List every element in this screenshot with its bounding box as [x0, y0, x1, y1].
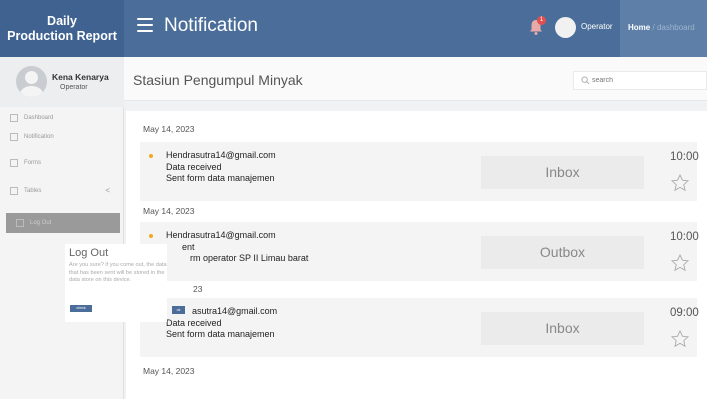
message-status: Data received	[166, 318, 222, 328]
message-sender: Hendrasutra14@gmail.com	[166, 150, 276, 160]
ok-button[interactable]: ok	[172, 306, 185, 314]
date-heading: May 14, 2023	[143, 206, 195, 216]
profile-name: Kena Kenarya	[52, 72, 109, 82]
star-icon[interactable]	[670, 173, 690, 193]
list-item[interactable]: Hendrasutra14@gmail.com ent rm operator …	[140, 222, 699, 281]
date-heading: May 14, 2023	[143, 124, 195, 134]
date-heading: 23	[193, 284, 203, 294]
sidebar-item-label: Dashboard	[24, 115, 54, 121]
sidebar: Kena Kenarya Operator Dashboard Notifica…	[0, 57, 124, 399]
top-bar: Daily Production Report Notification 1 O…	[0, 0, 707, 57]
notification-list: May 14, 2023 Hendrasutra14@gmail.com Dat…	[126, 111, 707, 399]
message-subject: Sent form data manajemen	[166, 173, 275, 183]
home-icon	[10, 114, 18, 122]
message-time: 09:00	[670, 307, 699, 319]
station-title: Stasiun Pengumpul Minyak	[133, 72, 303, 88]
unread-dot-icon	[149, 154, 153, 158]
sidebar-item-label: Notification	[24, 134, 54, 140]
check-button[interactable]: check	[70, 305, 92, 312]
search-icon	[581, 76, 590, 85]
search-input[interactable]	[592, 72, 702, 89]
logout-title: Log Out	[69, 247, 109, 259]
logout-icon	[16, 219, 24, 227]
menu-toggle-icon[interactable]	[137, 18, 153, 32]
page-title: Notification	[164, 15, 258, 36]
chevron-left-icon: <	[105, 186, 110, 195]
brand-line-1: Daily	[47, 13, 77, 28]
user-avatar[interactable]	[555, 17, 576, 38]
list-item[interactable]: asutra14@gmail.com Data received Sent fo…	[140, 298, 699, 357]
sidebar-item-label: Log Out	[30, 220, 52, 226]
message-status: Data received	[166, 162, 222, 172]
sidebar-item-tables[interactable]: Tables <	[0, 181, 124, 201]
message-sender: Hendrasutra14@gmail.com	[166, 230, 276, 240]
user-name[interactable]: Operator	[581, 22, 613, 31]
star-icon[interactable]	[670, 253, 690, 273]
logout-dialog: Log Out Are you sure? if you come out, t…	[65, 244, 167, 322]
message-subject: rm operator SP II Limau barat	[190, 253, 309, 263]
list-item[interactable]: Hendrasutra14@gmail.com Data received Se…	[140, 142, 699, 201]
logout-message: Are you sure? if you come out, the data …	[69, 262, 167, 283]
message-folder: Inbox	[481, 312, 644, 345]
message-subject: Sent form data manajemen	[166, 329, 275, 339]
message-sender: asutra14@gmail.com	[192, 306, 278, 316]
sidebar-item-forms[interactable]: Forms	[0, 153, 124, 173]
sidebar-item-label: Tables	[24, 188, 42, 194]
profile-card: Kena Kenarya Operator	[0, 57, 124, 107]
date-heading: May 14, 2023	[143, 366, 195, 376]
main-content: Stasiun Pengumpul Minyak May 14, 2023 He…	[124, 57, 707, 399]
message-time: 10:00	[670, 151, 699, 163]
sidebar-item-logout[interactable]: Log Out	[6, 213, 120, 233]
brand-line-2: Production Report	[7, 28, 117, 43]
breadcrumb-home[interactable]: Home	[628, 23, 650, 32]
profile-avatar	[16, 66, 47, 97]
notification-badge: 1	[537, 16, 546, 25]
table-icon	[10, 187, 18, 195]
profile-role: Operator	[60, 84, 88, 91]
breadcrumb-separator: /	[652, 23, 655, 32]
star-icon[interactable]	[670, 329, 690, 349]
message-folder: Outbox	[481, 236, 644, 269]
unread-dot-icon	[149, 234, 153, 238]
sidebar-item-notification[interactable]: Notification	[0, 127, 124, 147]
message-folder: Inbox	[481, 156, 644, 189]
breadcrumb-current: dashboard	[656, 23, 695, 32]
search-box[interactable]	[573, 71, 707, 90]
message-time: 10:00	[670, 231, 699, 243]
app-brand[interactable]: Daily Production Report	[0, 0, 124, 57]
message-status: ent	[182, 242, 195, 252]
breadcrumb: Home / dashboard	[620, 0, 707, 57]
sidebar-item-label: Forms	[24, 160, 41, 166]
edit-icon	[10, 159, 18, 167]
bell-icon	[10, 133, 18, 141]
sidebar-item-dashboard[interactable]: Dashboard	[0, 108, 124, 128]
station-header: Stasiun Pengumpul Minyak	[124, 57, 707, 101]
